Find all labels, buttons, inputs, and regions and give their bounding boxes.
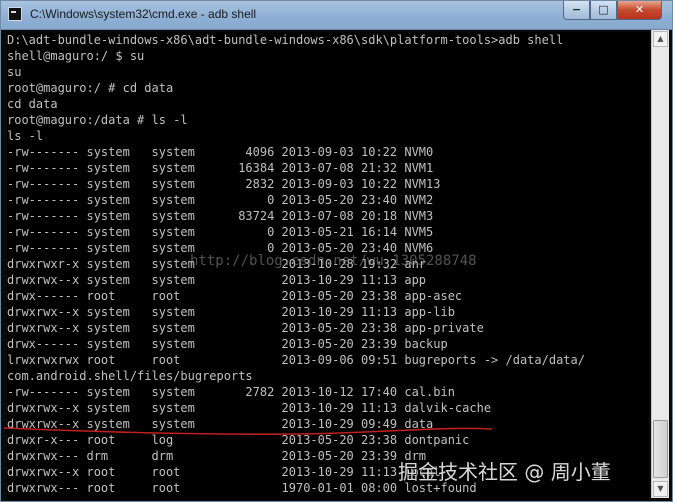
cmd-icon bbox=[8, 7, 22, 21]
console-line: drwxrwx--x system system 2013-10-29 11:1… bbox=[7, 305, 455, 319]
window-title: C:\Windows\system32\cmd.exe - adb shell bbox=[30, 7, 257, 21]
console-line: -rw------- system system 0 2013-05-20 23… bbox=[7, 193, 434, 207]
maximize-button[interactable]: □ bbox=[590, 1, 617, 20]
console-line: -rw------- system system 16384 2013-07-0… bbox=[7, 161, 434, 175]
scroll-down-icon[interactable]: ▼ bbox=[653, 481, 668, 497]
console-line: shell@maguro:/ $ su bbox=[7, 49, 145, 63]
minimize-button[interactable]: − bbox=[563, 1, 590, 20]
console-line: root@maguro:/data # ls -l bbox=[7, 113, 188, 127]
console-line: D:\adt-bundle-windows-x86\adt-bundle-win… bbox=[7, 33, 564, 47]
console-line: -rw------- system system 2782 2013-10-12… bbox=[7, 385, 455, 399]
console-line: lrwxrwxrwx root root 2013-09-06 09:51 bu… bbox=[7, 353, 585, 367]
console-line: drwxrwx--x system system 2013-10-29 11:1… bbox=[7, 273, 427, 287]
cmd-window: C:\Windows\system32\cmd.exe - adb shell … bbox=[0, 0, 673, 502]
console-line: -rw------- system system 2832 2013-09-03… bbox=[7, 177, 441, 191]
blog-watermark: http://blog.csdn.net/wu_1305288748 bbox=[190, 253, 477, 269]
brand-watermark: 掘金技术社区 @ 周小董 bbox=[398, 460, 611, 484]
console-line: -rw------- system system 83724 2013-07-0… bbox=[7, 209, 434, 223]
console-line: drwx------ root root 2013-05-20 23:38 ap… bbox=[7, 289, 463, 303]
console-line: com.android.shell/files/bugreports bbox=[7, 369, 253, 383]
console-line: su bbox=[7, 65, 22, 79]
scroll-thumb[interactable] bbox=[653, 420, 668, 478]
console-line: drwxrwx--x system system 2013-10-29 11:1… bbox=[7, 401, 492, 415]
console-line: root@maguro:/ # cd data bbox=[7, 81, 174, 95]
scroll-up-icon[interactable]: ▲ bbox=[653, 31, 668, 47]
console-line: drwx------ system system 2013-05-20 23:3… bbox=[7, 337, 448, 351]
console-line: -rw------- system system 4096 2013-09-03… bbox=[7, 145, 434, 159]
title-bar[interactable]: C:\Windows\system32\cmd.exe - adb shell … bbox=[1, 1, 672, 30]
console-line: drwxr-x--- root log 2013-05-20 23:38 don… bbox=[7, 433, 470, 447]
console-line: -rw------- system system 0 2013-05-21 16… bbox=[7, 225, 434, 239]
vertical-scrollbar[interactable]: ▲ ▼ bbox=[651, 30, 669, 498]
close-button[interactable]: ✕ bbox=[617, 1, 662, 20]
console-line: cd data bbox=[7, 97, 58, 111]
console-line: ls -l bbox=[7, 129, 44, 143]
console-line: drwxrwx--x system system 2013-10-29 09:4… bbox=[7, 417, 434, 431]
console-line: drwxrwx--x system system 2013-05-20 23:3… bbox=[7, 321, 484, 335]
